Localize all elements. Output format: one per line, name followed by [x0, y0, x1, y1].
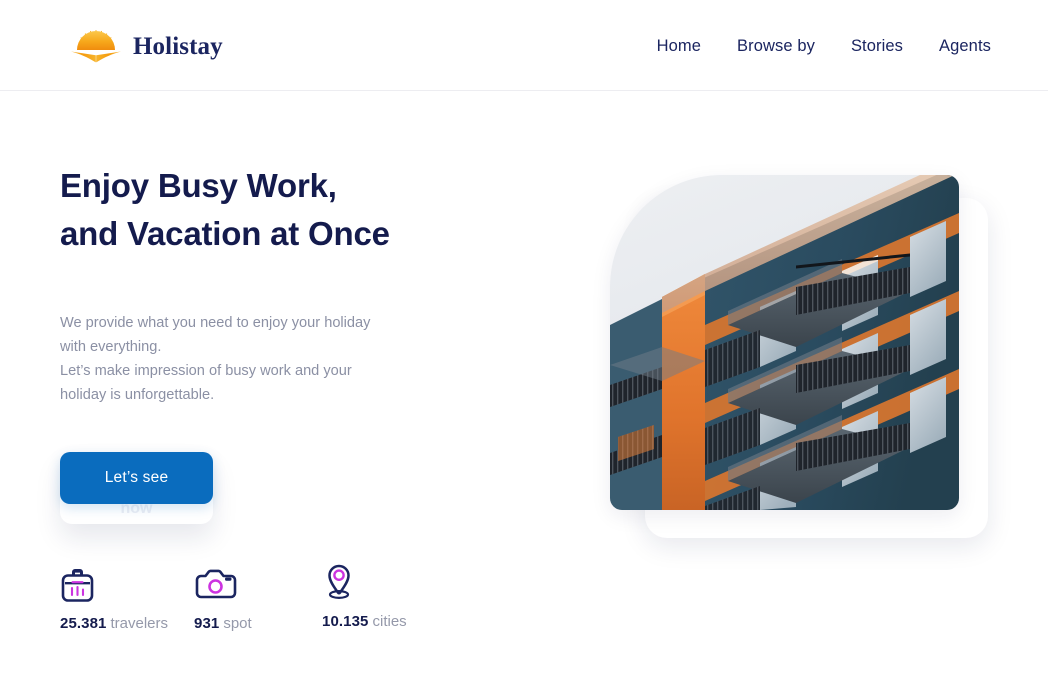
stat-travelers-text: 25.381 travelers: [60, 615, 168, 633]
nav-item-home[interactable]: Home: [647, 33, 719, 59]
hero-subcopy-line-2: Let’s make impression of busy work and y…: [60, 363, 352, 403]
stat-travelers-label: travelers: [110, 615, 169, 632]
site-header: Holistay Home Browse by Stories Agents: [0, 0, 1048, 91]
hero-headline: Enjoy Busy Work, and Vacation at Once: [60, 167, 390, 252]
hero-stats: 25.381 travelers 931 spot 10.135 cities: [60, 563, 490, 645]
stat-spot-label: spot: [223, 615, 252, 632]
stat-cities-value: 10.135: [322, 613, 369, 630]
nav-item-browse-by[interactable]: Browse by: [719, 33, 833, 59]
stat-spot-value: 931: [194, 615, 220, 632]
stat-spot: 931 spot: [194, 565, 252, 633]
brand-logo[interactable]: Holistay: [68, 27, 223, 65]
sunrise-logo-icon: [68, 28, 124, 64]
brand-name: Holistay: [133, 32, 223, 60]
stat-travelers-value: 25.381: [60, 615, 107, 632]
stat-travelers: 25.381 travelers: [60, 565, 168, 633]
hero-subcopy-line-1: We provide what you need to enjoy your h…: [60, 315, 371, 355]
stat-spot-text: 931 spot: [194, 615, 252, 633]
main-navigation: Home Browse by Stories Agents: [647, 33, 1001, 59]
lets-see-button[interactable]: Let’s see: [60, 452, 213, 504]
nav-item-stories[interactable]: Stories: [833, 33, 921, 59]
stat-cities: 10.135 cities: [322, 563, 407, 631]
location-pin-icon: [322, 563, 407, 601]
briefcase-icon: [60, 565, 168, 603]
hero-cta-group: now Let’s see: [60, 452, 320, 532]
hero-apartment-photo: [610, 175, 959, 510]
stat-cities-label: cities: [372, 613, 407, 630]
hero-visual: [610, 175, 1000, 550]
stat-cities-text: 10.135 cities: [322, 613, 407, 631]
nav-item-agents[interactable]: Agents: [921, 33, 1001, 59]
camera-icon: [194, 565, 252, 603]
hero-subcopy: We provide what you need to enjoy your h…: [60, 311, 390, 407]
hero-copy: Enjoy Busy Work, and Vacation at Once: [60, 162, 480, 258]
